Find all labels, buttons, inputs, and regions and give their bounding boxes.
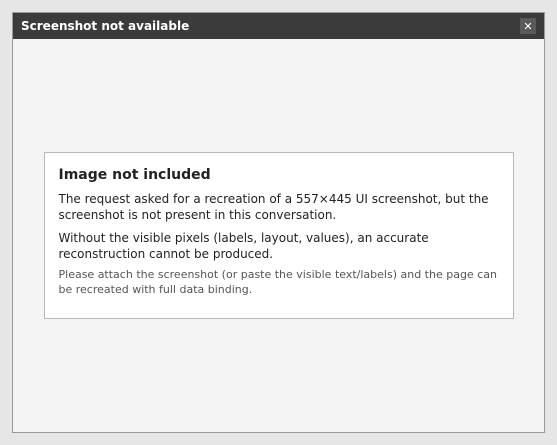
notice-line-1: The request asked for a recreation of a … — [58, 192, 489, 223]
window-titlebar: Screenshot not available ✕ — [13, 13, 544, 39]
notice-line-2: Without the visible pixels (labels, layo… — [58, 230, 429, 261]
window-title: Screenshot not available — [21, 19, 190, 33]
notice-heading: Image not included — [58, 167, 211, 184]
content-area: Image not included The request asked for… — [13, 39, 544, 432]
close-icon[interactable]: ✕ — [520, 18, 536, 34]
placeholder-window: Screenshot not available ✕ Image not inc… — [12, 12, 545, 433]
notice-hint: Please attach the screenshot (or paste t… — [58, 268, 497, 296]
notice-panel: Image not included The request asked for… — [43, 152, 514, 319]
